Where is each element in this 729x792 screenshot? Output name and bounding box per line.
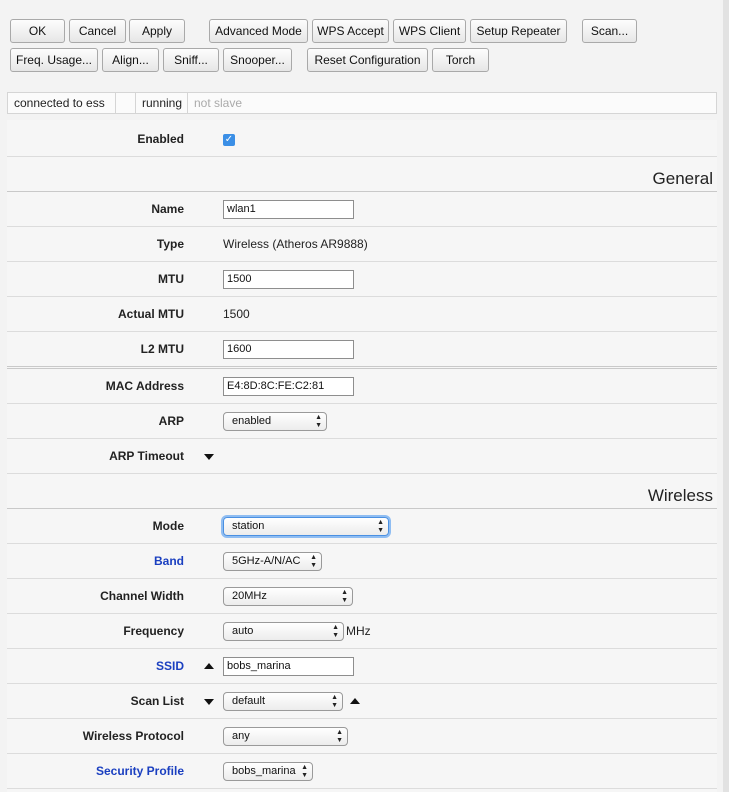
select-arrows-icon: ▲ ▼	[341, 588, 348, 604]
row-scan-list: Scan List default ▲ ▼	[7, 684, 717, 719]
status-bar: connected to ess running not slave	[7, 92, 717, 114]
wps-client-button[interactable]: WPS Client	[393, 19, 466, 43]
arp-label: ARP	[158, 414, 184, 428]
general-section-title: General	[652, 169, 713, 188]
arp-timeout-label: ARP Timeout	[109, 449, 184, 463]
scan-button[interactable]: Scan...	[582, 19, 637, 43]
scan-list-select[interactable]: default ▲ ▼	[223, 692, 343, 711]
status-slave: not slave	[194, 96, 243, 110]
mode-select[interactable]: station ▲ ▼	[223, 517, 389, 536]
name-input[interactable]: wlan1	[223, 200, 354, 219]
row-mtu: MTU 1500	[7, 262, 717, 297]
interface-form: Enabled ✓ General Name wlan1 Type Wirele…	[7, 120, 717, 792]
row-type: Type Wireless (Atheros AR9888)	[7, 227, 717, 262]
select-arrows-icon: ▲ ▼	[301, 763, 308, 779]
triangle-down-icon[interactable]	[204, 454, 214, 460]
sniff-button[interactable]: Sniff...	[163, 48, 219, 72]
status-running: running	[136, 93, 188, 113]
advanced-mode-button[interactable]: Advanced Mode	[209, 19, 308, 43]
wireless-protocol-select[interactable]: any ▲ ▼	[223, 727, 348, 746]
snooper-button[interactable]: Snooper...	[223, 48, 292, 72]
mac-address-label: MAC Address	[105, 379, 184, 393]
row-actual-mtu: Actual MTU 1500	[7, 297, 717, 332]
select-arrows-icon: ▲ ▼	[331, 693, 338, 709]
wireless-protocol-select-value: any	[232, 730, 250, 742]
mode-label: Mode	[152, 519, 184, 533]
security-profile-select-value: bobs_marina	[232, 765, 296, 777]
row-channel-width: Channel Width 20MHz ▲ ▼	[7, 579, 717, 614]
mtu-label: MTU	[158, 272, 184, 286]
ssid-label[interactable]: SSID	[156, 649, 184, 684]
row-l2-mtu: L2 MTU 1600	[7, 332, 717, 369]
setup-repeater-button[interactable]: Setup Repeater	[470, 19, 567, 43]
security-profile-label[interactable]: Security Profile	[96, 754, 184, 789]
frequency-label: Frequency	[123, 624, 184, 638]
status-empty	[116, 93, 136, 113]
arp-select-value: enabled	[232, 415, 272, 427]
arp-select[interactable]: enabled ▲ ▼	[223, 412, 327, 431]
frequency-unit: MHz	[346, 624, 371, 638]
torch-button[interactable]: Torch	[432, 48, 489, 72]
enabled-label: Enabled	[137, 132, 184, 146]
select-arrows-icon: ▲ ▼	[336, 728, 343, 744]
actual-mtu-label: Actual MTU	[118, 307, 184, 321]
status-connection: connected to ess	[8, 93, 116, 113]
channel-width-select-value: 20MHz	[232, 590, 267, 602]
select-arrows-icon: ▲ ▼	[377, 518, 384, 534]
select-arrows-icon: ▲ ▼	[315, 413, 322, 429]
row-security-profile: Security Profile bobs_marina ▲ ▼	[7, 754, 717, 789]
wireless-section-title: Wireless	[647, 486, 713, 505]
triangle-up-icon[interactable]	[350, 698, 360, 704]
mode-select-value: station	[232, 520, 265, 532]
wireless-section-header: Wireless	[7, 474, 717, 509]
general-section-header: General	[7, 157, 717, 192]
row-arp-timeout: ARP Timeout	[7, 439, 717, 474]
enabled-checkbox[interactable]: ✓	[223, 134, 235, 146]
security-profile-select[interactable]: bobs_marina ▲ ▼	[223, 762, 313, 781]
row-wireless-protocol: Wireless Protocol any ▲ ▼	[7, 719, 717, 754]
align-button[interactable]: Align...	[102, 48, 159, 72]
cancel-button[interactable]: Cancel	[69, 19, 126, 43]
type-value: Wireless (Atheros AR9888)	[223, 237, 368, 251]
l2-mtu-input[interactable]: 1600	[223, 340, 354, 359]
type-label: Type	[156, 237, 184, 251]
name-label: Name	[151, 202, 184, 216]
wireless-protocol-label: Wireless Protocol	[82, 729, 184, 743]
actual-mtu-value: 1500	[223, 307, 250, 321]
row-enabled: Enabled ✓	[7, 122, 717, 157]
mac-address-input[interactable]: E4:8D:8C:FE:C2:81	[223, 377, 354, 396]
select-arrows-icon: ▲ ▼	[332, 623, 339, 639]
row-band: Band 5GHz-A/N/AC ▲ ▼	[7, 544, 717, 579]
band-label[interactable]: Band	[154, 544, 184, 579]
scrollbar-track[interactable]	[723, 0, 729, 792]
triangle-up-icon[interactable]	[204, 663, 214, 669]
row-mode: Mode station ▲ ▼	[7, 509, 717, 544]
mtu-input[interactable]: 1500	[223, 270, 354, 289]
channel-width-label: Channel Width	[100, 589, 184, 603]
select-arrows-icon: ▲ ▼	[310, 553, 317, 569]
frequency-select-value: auto	[232, 625, 254, 637]
apply-button[interactable]: Apply	[129, 19, 185, 43]
triangle-down-icon[interactable]	[204, 699, 214, 705]
row-arp: ARP enabled ▲ ▼	[7, 404, 717, 439]
l2-mtu-label: L2 MTU	[140, 342, 184, 356]
ssid-input[interactable]: bobs_marina	[223, 657, 354, 676]
scan-list-label: Scan List	[130, 694, 184, 708]
channel-width-select[interactable]: 20MHz ▲ ▼	[223, 587, 353, 606]
row-mac-address: MAC Address E4:8D:8C:FE:C2:81	[7, 369, 717, 404]
scan-list-select-value: default	[232, 695, 266, 707]
reset-configuration-button[interactable]: Reset Configuration	[307, 48, 428, 72]
freq-usage-button[interactable]: Freq. Usage...	[10, 48, 98, 72]
frequency-select[interactable]: auto ▲ ▼	[223, 622, 344, 641]
band-select[interactable]: 5GHz-A/N/AC ▲ ▼	[223, 552, 322, 571]
wps-accept-button[interactable]: WPS Accept	[312, 19, 389, 43]
band-select-value: 5GHz-A/N/AC	[232, 555, 301, 567]
row-ssid: SSID bobs_marina	[7, 649, 717, 684]
row-name: Name wlan1	[7, 192, 717, 227]
ok-button[interactable]: OK	[10, 19, 65, 43]
row-frequency: Frequency auto ▲ ▼ MHz	[7, 614, 717, 649]
